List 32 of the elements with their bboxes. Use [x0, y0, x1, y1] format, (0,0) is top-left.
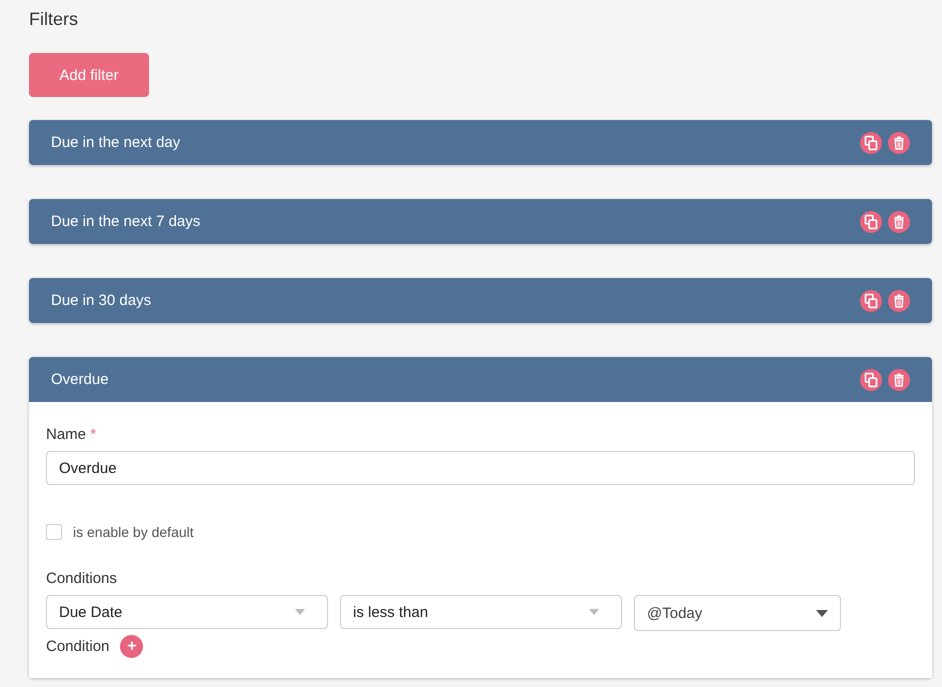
filter-header[interactable]: Due in the next 7 days: [29, 199, 932, 244]
add-filter-button[interactable]: Add filter: [29, 53, 149, 97]
filter-header[interactable]: Due in the next day: [29, 120, 932, 165]
trash-icon[interactable]: [888, 290, 910, 312]
copy-icon[interactable]: [860, 132, 882, 154]
field-label: Name: [46, 426, 86, 443]
copy-icon[interactable]: [860, 368, 882, 390]
section-label: Conditions: [46, 570, 118, 587]
required-mark: *: [90, 426, 96, 443]
filter-name: Due in the next day: [51, 134, 180, 151]
filter-name: Due in the next 7 days: [51, 213, 200, 230]
trash-icon[interactable]: [888, 210, 910, 232]
caret-icon: [589, 609, 599, 615]
condition-dropdown[interactable]: @Today: [634, 595, 841, 631]
filter-name: Overdue: [51, 371, 109, 388]
filter-header[interactable]: Overdue: [29, 357, 932, 402]
condition-dropdown[interactable]: Due Date: [46, 595, 328, 629]
page-title: Filters: [29, 9, 79, 30]
checkbox-label: is enable by default: [73, 524, 194, 540]
caret-icon: [295, 609, 305, 615]
trash-icon[interactable]: [888, 132, 910, 154]
condition-dropdown[interactable]: is less than: [340, 595, 622, 629]
trash-icon[interactable]: [888, 368, 910, 390]
filter-header[interactable]: Due in 30 days: [29, 278, 932, 323]
filter-name: Due in 30 days: [51, 292, 152, 309]
add-condition-button[interactable]: +: [120, 635, 144, 658]
name-input-field[interactable]: Overdue: [46, 451, 915, 485]
checkbox[interactable]: [46, 524, 62, 540]
add-condition-label: Condition: [46, 638, 110, 655]
copy-icon[interactable]: [860, 210, 882, 232]
copy-icon[interactable]: [860, 290, 882, 312]
caret-icon: [816, 610, 828, 616]
